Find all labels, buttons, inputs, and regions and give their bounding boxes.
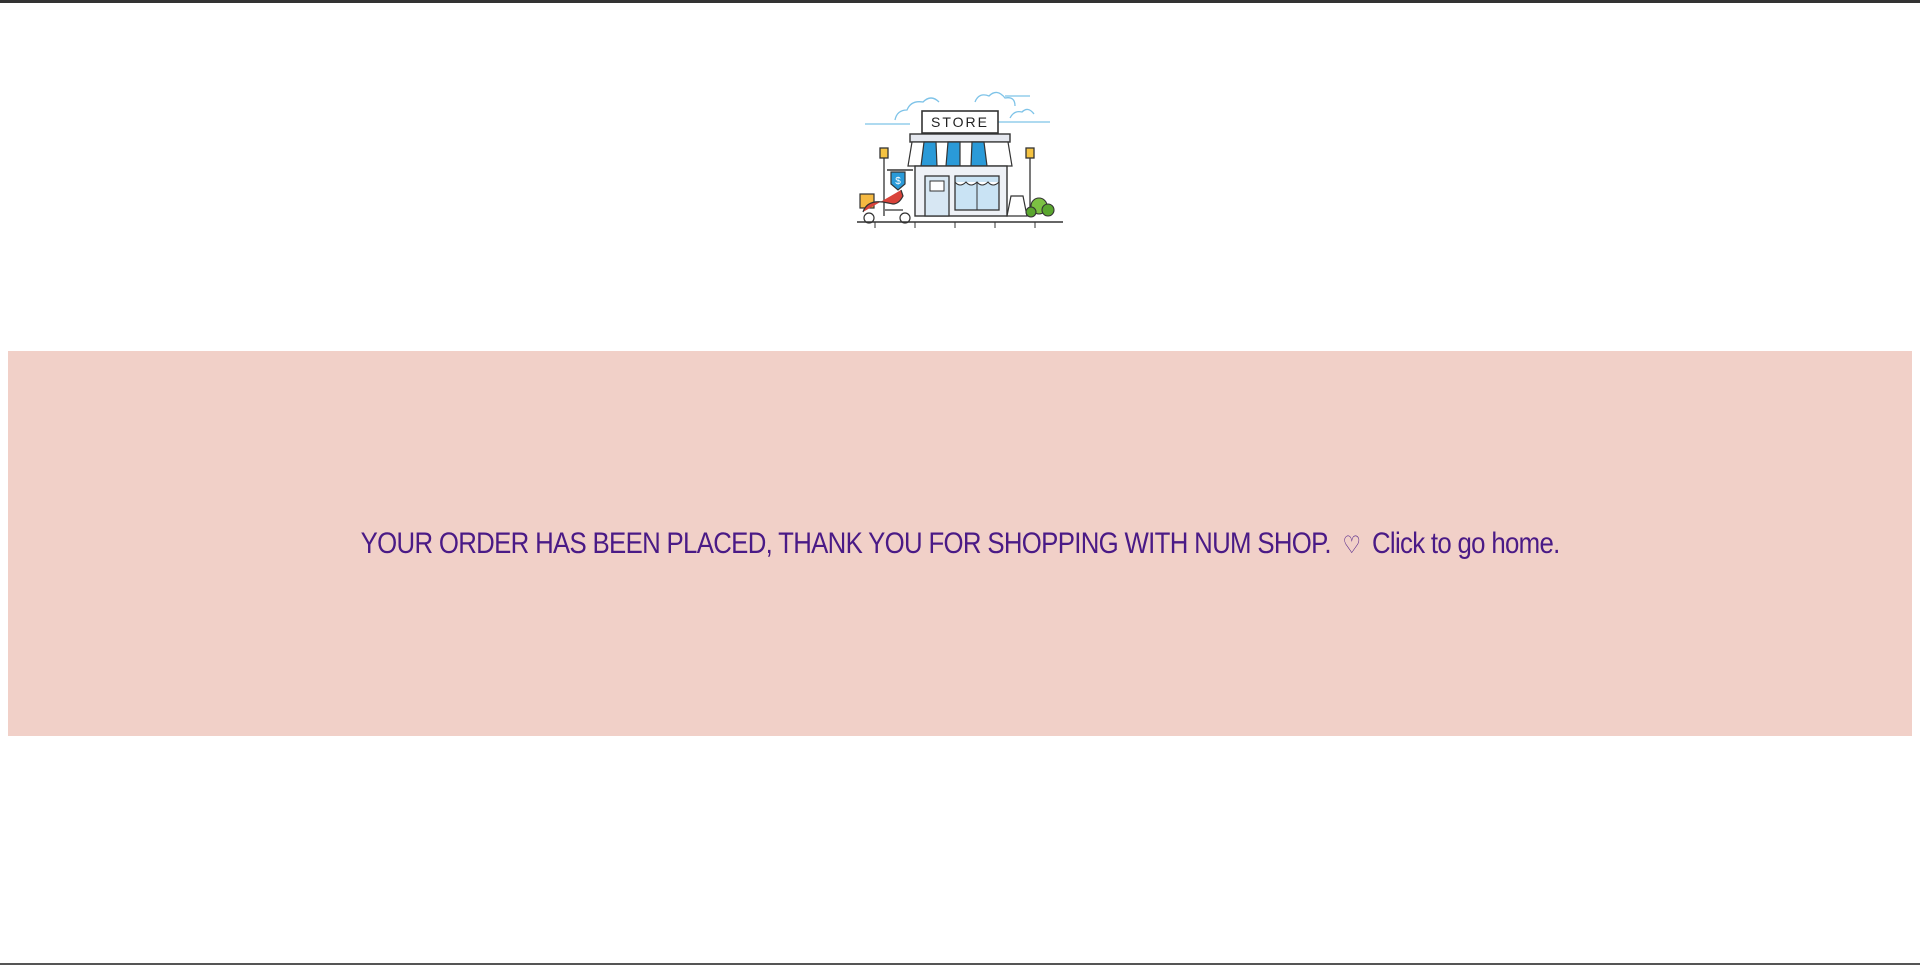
confirmation-text: YOUR ORDER HAS BEEN PLACED, THANK YOU FO… — [360, 526, 1331, 560]
price-tag-text: $ — [895, 176, 901, 187]
order-confirmation-banner: YOUR ORDER HAS BEEN PLACED, THANK YOU FO… — [8, 351, 1912, 736]
scooter-icon — [859, 189, 911, 224]
store-logo: STORE $ — [855, 82, 1065, 240]
go-home-link[interactable]: Click to go home. — [1372, 527, 1560, 560]
menu-board-icon — [1006, 195, 1028, 217]
store-sign-text: STORE — [931, 114, 989, 130]
storefront-icon: STORE $ — [857, 91, 1063, 228]
heart-icon: ♡ — [1342, 531, 1361, 559]
top-border — [0, 0, 1920, 3]
order-confirmation-message: YOUR ORDER HAS BEEN PLACED, THANK YOU FO… — [360, 526, 1560, 561]
awning — [907, 141, 1013, 167]
